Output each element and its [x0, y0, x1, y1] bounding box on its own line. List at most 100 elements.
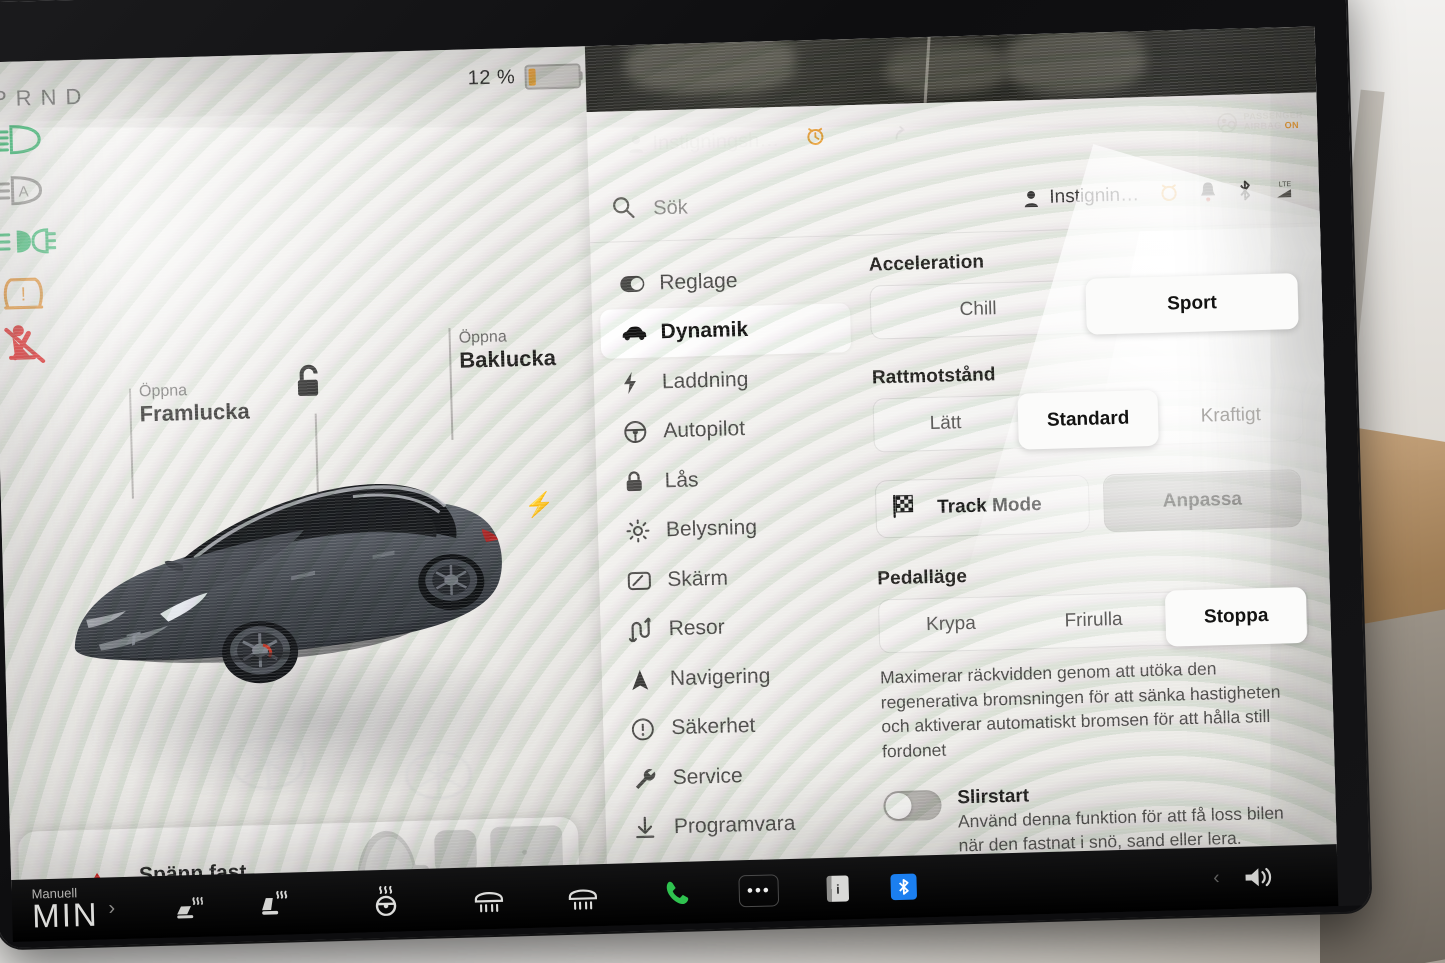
- sidebar-item-label: Laddning: [661, 367, 749, 393]
- auto-high-beam-icon: A: [0, 164, 57, 217]
- touchscreen-display: PRND A ! 12 % Öppna Framlucka Öppna Bakl…: [0, 26, 1338, 893]
- track-mode-label: Track Mode: [936, 494, 1042, 518]
- clock: 16:35: [923, 123, 976, 147]
- account-name: Instignin…: [1049, 184, 1140, 208]
- rear-defrost-icon[interactable]: [471, 883, 508, 914]
- bluetooth-icon[interactable]: [890, 873, 918, 901]
- chevron-left-icon[interactable]: ‹: [1213, 867, 1220, 889]
- steering-wheel-heater-icon[interactable]: [369, 885, 404, 917]
- notification-bell-icon[interactable]: [1199, 180, 1218, 207]
- steering-icon: [623, 420, 658, 445]
- track-mode-button[interactable]: Track Mode: [874, 474, 1091, 539]
- outside-temperature: 22°C: [997, 121, 1041, 145]
- slip-start-toggle[interactable]: [883, 789, 942, 822]
- photograph-of-tesla-touchscreen: PRND A ! 12 % Öppna Framlucka Öppna Bakl…: [0, 0, 1445, 963]
- download-icon: [634, 815, 669, 840]
- lte-signal-icon[interactable]: LTE: [1273, 177, 1300, 205]
- bluetooth-icon[interactable]: [1237, 179, 1254, 206]
- display-icon: [627, 570, 662, 591]
- sidebar-item-sk-rm[interactable]: Skärm: [607, 550, 858, 606]
- svg-text:A: A: [18, 183, 28, 200]
- sidebar-item-dynamik[interactable]: Dynamik: [599, 302, 852, 359]
- airbag-text: PASSENGER AIRBAG ON: [1243, 110, 1303, 132]
- sos-indicator[interactable]: SOS: [859, 129, 890, 146]
- steering-option-heavy[interactable]: Kraftigt: [1159, 388, 1303, 444]
- wrench-icon: [632, 766, 667, 791]
- settings-sidebar: Reglage Dynamik Laddning Autopilot Lås Belysn…: [599, 253, 866, 892]
- vehicle-status-panel: PRND A ! 12 % Öppna Framlucka Öppna Bakl…: [0, 46, 607, 893]
- steering-option-standard[interactable]: Standard: [1016, 392, 1160, 448]
- chevron-right-icon[interactable]: ›: [108, 897, 115, 920]
- acceleration-segmented-control[interactable]: Chill Sport: [869, 273, 1301, 340]
- battery-gauge: [523, 63, 583, 90]
- customize-label: Anpassa: [1162, 488, 1243, 512]
- car-icon: [620, 325, 654, 342]
- sidebar-item-programvara[interactable]: Programvara: [613, 797, 864, 853]
- app-launcher-icon[interactable]: •••: [738, 874, 780, 908]
- driver-profile-status[interactable]: Instigningsh…: [627, 128, 779, 155]
- steering-option-light[interactable]: Lätt: [874, 396, 1018, 452]
- parking-lights-icon: [0, 215, 59, 268]
- alarm-clock-icon[interactable]: [805, 126, 826, 153]
- passenger-airbag-indicator: PASSENGER AIRBAG ON: [1216, 110, 1303, 133]
- route-icon: [628, 617, 663, 643]
- pedal-segmented-control[interactable]: Krypa Frirulla Stoppa: [877, 587, 1310, 654]
- toggle-icon: [619, 274, 653, 293]
- steering-segmented-control[interactable]: Lätt Standard Kraftigt: [872, 386, 1304, 453]
- alarm-clock-icon[interactable]: [1159, 182, 1180, 208]
- sidebar-item-autopilot[interactable]: Autopilot: [603, 402, 854, 458]
- customize-button[interactable]: Anpassa: [1102, 469, 1303, 533]
- sidebar-item-laddning[interactable]: Laddning: [601, 352, 852, 408]
- seat-heat-icon[interactable]: [259, 889, 292, 918]
- steering-section-title: Rattmotstånd: [871, 364, 996, 389]
- airbag-state: ON: [1284, 119, 1300, 131]
- mode-button-row: Track Mode Anpassa: [874, 469, 1306, 539]
- search-placeholder: Sök: [652, 195, 689, 219]
- unlock-icon[interactable]: [292, 363, 327, 405]
- front-trunk-main: Framlucka: [139, 398, 251, 427]
- account-chip[interactable]: Instignin…: [1023, 184, 1139, 209]
- sidebar-item-navigering[interactable]: Navigering: [609, 649, 860, 705]
- search-bar-right-icons: Instignin… LTE: [1022, 159, 1299, 230]
- lcd-surface: PRND A ! 12 % Öppna Framlucka Öppna Bakl…: [0, 26, 1338, 893]
- gear-selector: PRND: [0, 83, 91, 112]
- sidebar-item-label: Service: [672, 763, 743, 789]
- acceleration-option-chill[interactable]: Chill: [870, 281, 1085, 339]
- battery-percent-label: 12 %: [467, 66, 516, 90]
- sidebar-item-label: Programvara: [673, 812, 796, 839]
- sidebar-item-belysning[interactable]: Belysning: [605, 501, 856, 557]
- driver-temperature-control[interactable]: Manuell MIN: [31, 884, 99, 935]
- person-icon: [1024, 190, 1039, 207]
- sidebar-item-resor[interactable]: Resor: [608, 600, 859, 656]
- sidebar-item-service[interactable]: Service: [612, 748, 863, 804]
- volume-icon[interactable]: [1241, 863, 1276, 892]
- sos-arrow-icon: [894, 125, 907, 148]
- phone-icon[interactable]: [663, 878, 694, 909]
- settings-panel: Instigningsh… SOS 16:35 22°C PASSENGER A…: [586, 92, 1338, 888]
- acceleration-option-sport[interactable]: Sport: [1084, 275, 1299, 333]
- front-trunk-label[interactable]: Öppna Framlucka: [139, 380, 250, 428]
- svg-text:!: !: [20, 284, 26, 305]
- car-reflection: [230, 736, 473, 800]
- pedal-description: Maximerar räckvidden genom att utöka den…: [879, 658, 1281, 761]
- steering-wheel-heat-icon[interactable]: [173, 892, 204, 921]
- pedal-option-hold[interactable]: Stoppa: [1164, 589, 1308, 645]
- rear-trunk-label[interactable]: Öppna Baklucka: [458, 327, 556, 374]
- lock-icon: [624, 470, 659, 494]
- front-defrost-icon[interactable]: [565, 880, 602, 911]
- battery-indicator: 12 %: [467, 63, 583, 91]
- low-beam-icon: [0, 113, 56, 166]
- acceleration-section-title: Acceleration: [868, 251, 985, 276]
- search-icon: [611, 194, 636, 224]
- screen-bezel: PRND A ! 12 % Öppna Framlucka Öppna Bakl…: [0, 0, 1371, 949]
- sidebar-item-label: Säkerhet: [671, 714, 756, 740]
- sidebar-item-l-s[interactable]: Lås: [604, 451, 855, 507]
- media-card-icon[interactable]: i: [826, 875, 850, 902]
- sidebar-item-label: Reglage: [658, 268, 738, 295]
- sidebar-item-reglage[interactable]: Reglage: [599, 253, 850, 309]
- pedal-option-roll[interactable]: Frirulla: [1022, 593, 1166, 649]
- pedal-option-creep[interactable]: Krypa: [879, 597, 1023, 653]
- bolt-icon: [622, 370, 657, 395]
- dynamics-settings-content: Acceleration Chill Sport Rattmotstånd Lä…: [869, 243, 1315, 860]
- sidebar-item-s-kerhet[interactable]: Säkerhet: [611, 698, 862, 754]
